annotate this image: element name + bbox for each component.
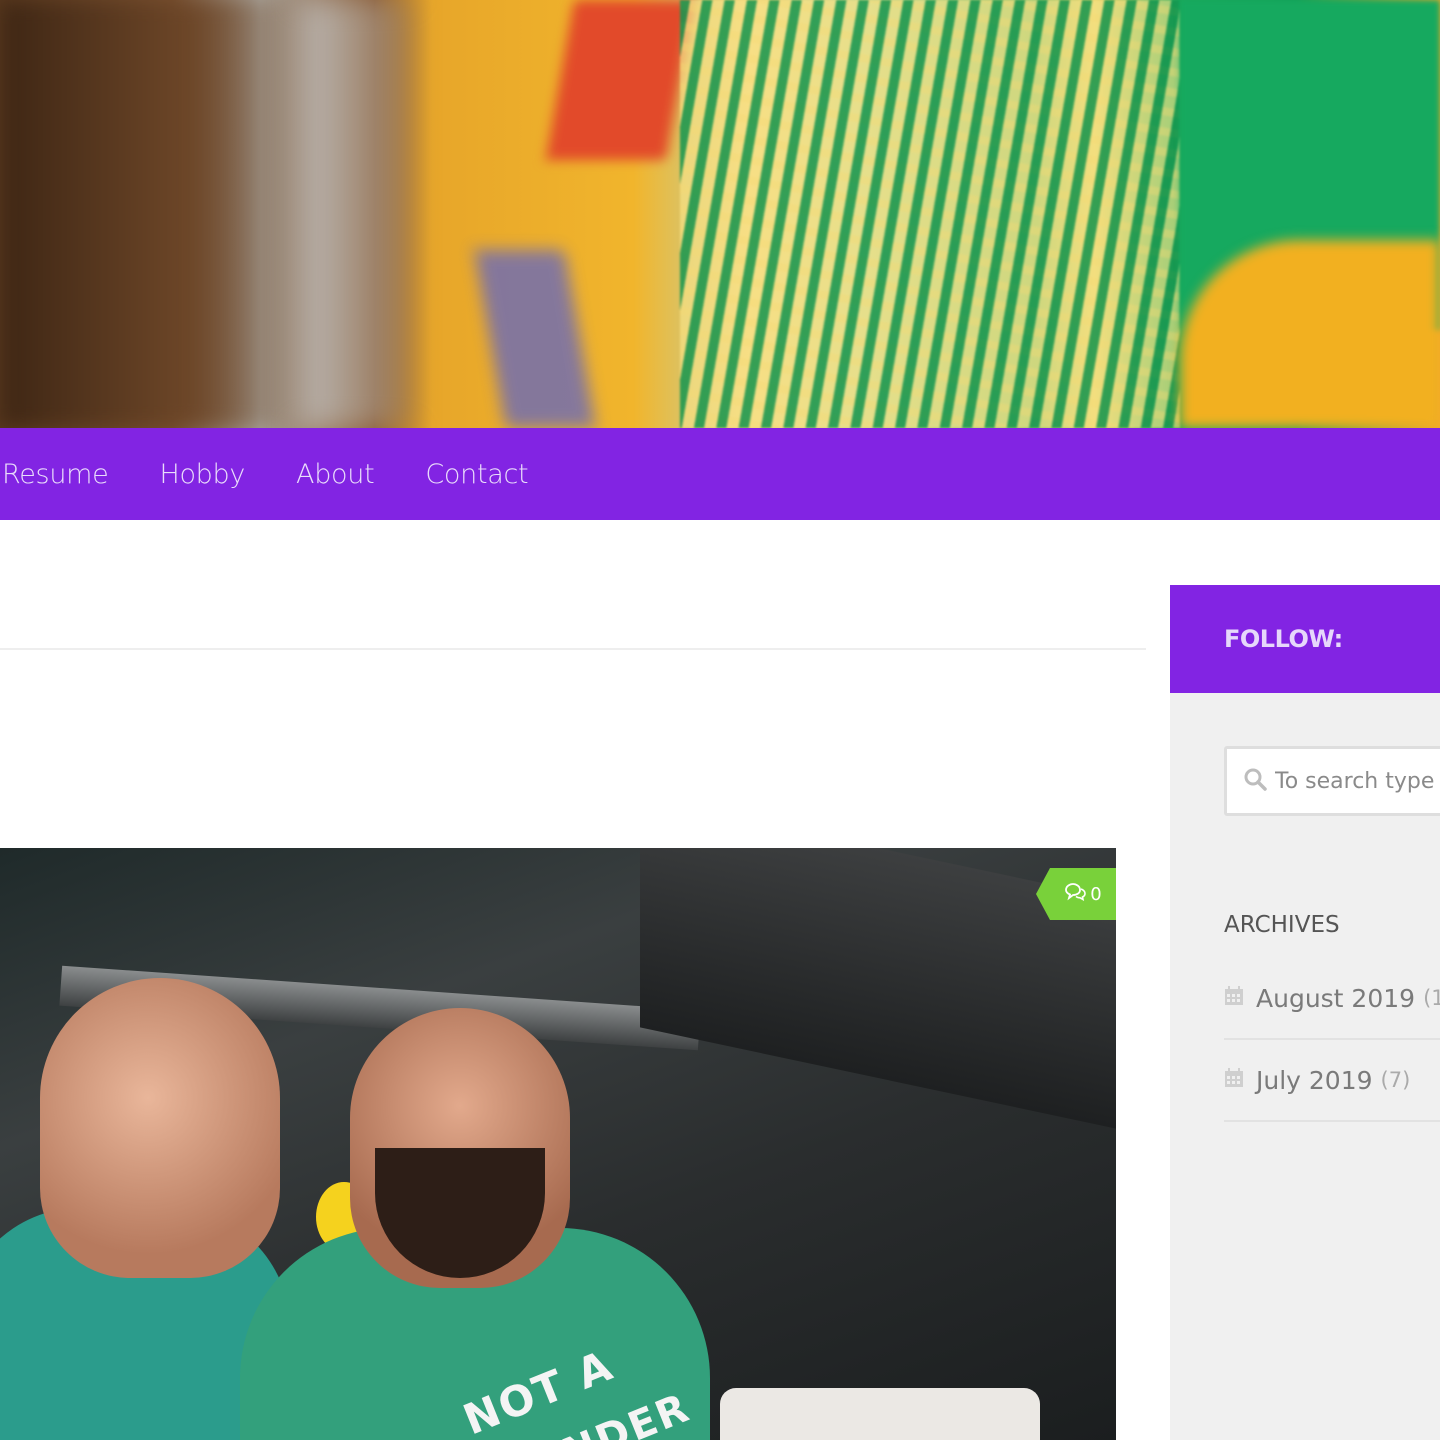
- header-image: [0, 0, 1440, 428]
- calendar-icon: [1224, 1068, 1244, 1092]
- comment-icon: [1064, 882, 1087, 906]
- archive-count: (7): [1380, 1068, 1411, 1092]
- search-input[interactable]: [1275, 768, 1440, 794]
- nav-item-about[interactable]: About: [296, 459, 375, 490]
- search-box: [1224, 746, 1440, 816]
- archives-title: ARCHIVES: [1224, 912, 1340, 938]
- nav-item-resume[interactable]: Resume: [2, 459, 109, 490]
- calendar-icon: [1224, 986, 1244, 1010]
- comment-count-badge[interactable]: 0: [1036, 868, 1116, 920]
- search-icon: [1243, 767, 1267, 795]
- content-divider: [0, 648, 1146, 650]
- post-featured-image[interactable]: NOT A NDER: [0, 848, 1116, 1440]
- follow-title: FOLLOW:: [1224, 625, 1343, 653]
- nav-item-contact[interactable]: Contact: [425, 459, 528, 490]
- archive-item-july-2019[interactable]: July 2019 (7): [1224, 1040, 1440, 1122]
- comment-count: 0: [1090, 883, 1102, 905]
- archive-label: July 2019: [1256, 1065, 1373, 1095]
- archive-label: August 2019: [1256, 983, 1416, 1013]
- archive-count: (1): [1423, 986, 1440, 1010]
- nav-item-hobby[interactable]: Hobby: [159, 459, 245, 490]
- main-nav: Resume Hobby About Contact: [0, 428, 1440, 520]
- follow-header: FOLLOW:: [1170, 585, 1440, 693]
- archive-item-august-2019[interactable]: August 2019 (1): [1224, 958, 1440, 1040]
